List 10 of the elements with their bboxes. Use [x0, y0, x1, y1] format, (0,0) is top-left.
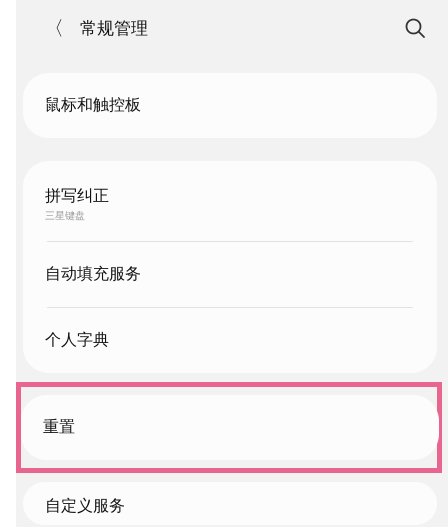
back-button[interactable]: 〈: [44, 14, 80, 42]
settings-item[interactable]: 自动填充服务: [45, 264, 415, 285]
page-title: 常规管理: [80, 18, 149, 40]
settings-item[interactable]: 鼠标和触控板: [45, 95, 415, 116]
item-subtitle: 三星键盘: [45, 210, 86, 222]
settings-item[interactable]: 个人字典: [45, 330, 415, 351]
settings-item[interactable]: 拼写纠正: [45, 186, 415, 206]
search-icon[interactable]: [404, 17, 426, 39]
settings-item[interactable]: 自定义服务: [45, 496, 415, 517]
settings-item[interactable]: 重置: [43, 417, 417, 438]
